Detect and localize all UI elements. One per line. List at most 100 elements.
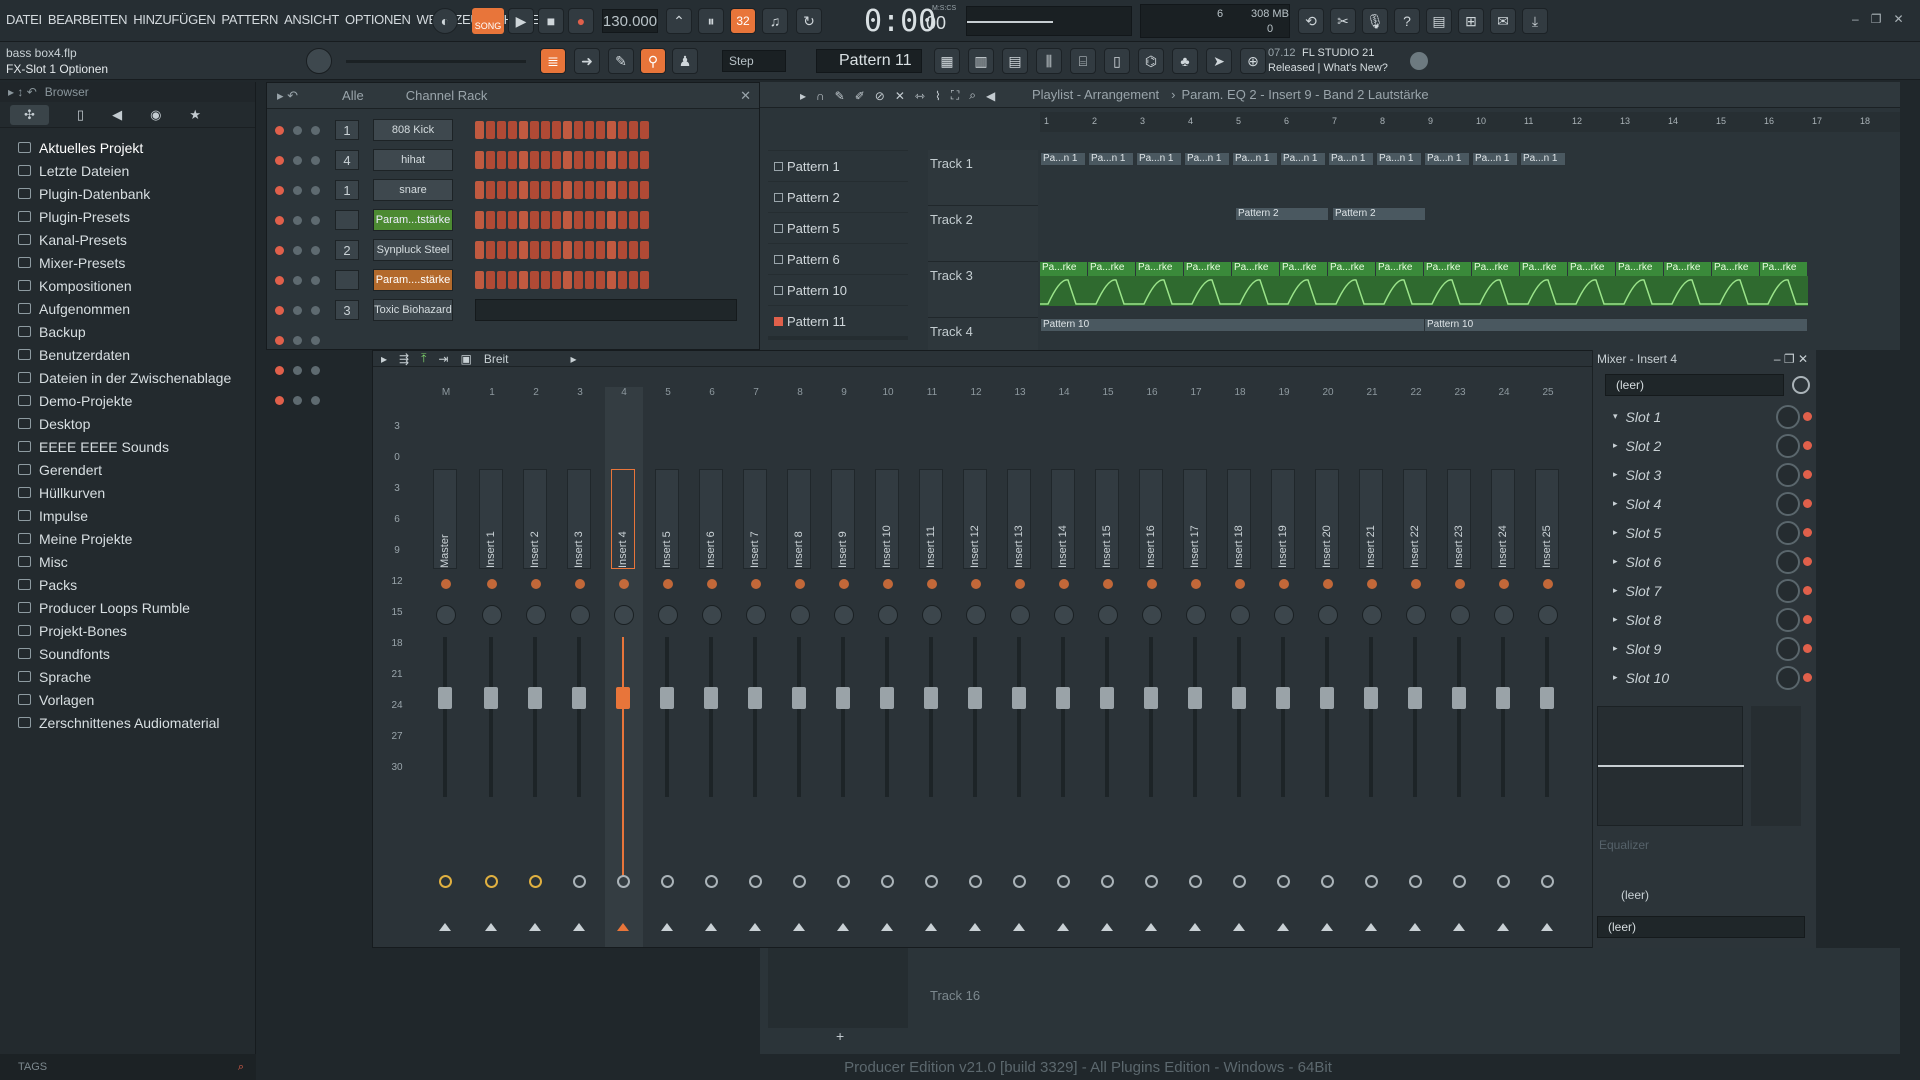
browser-item[interactable]: Projekt-Bones xyxy=(0,619,255,642)
strip-pan-knob[interactable] xyxy=(570,605,590,625)
step-button[interactable] xyxy=(508,181,517,199)
metronome-icon[interactable]: ⌃ xyxy=(666,8,692,34)
strip-pan-knob[interactable] xyxy=(658,605,678,625)
step-button[interactable] xyxy=(618,151,627,169)
fx-slot-enable-led[interactable] xyxy=(1803,644,1812,653)
step-button[interactable] xyxy=(596,151,605,169)
mixer-strip[interactable]: 13 Insert 13 xyxy=(1001,387,1039,947)
mixer-window-icon[interactable]: ⫼ xyxy=(1036,48,1062,74)
fx-slot-enable-led[interactable] xyxy=(1803,470,1812,479)
strip-stereo-icon[interactable] xyxy=(1321,875,1334,888)
strip-stereo-icon[interactable] xyxy=(705,875,718,888)
strip-enable-led[interactable] xyxy=(839,579,849,589)
step-button[interactable] xyxy=(629,271,638,289)
strip-label[interactable]: Insert 15 xyxy=(1095,469,1119,569)
pattern1-clip[interactable]: Pa...n 1 xyxy=(1472,152,1518,166)
step-button[interactable] xyxy=(530,121,539,139)
step-button[interactable] xyxy=(607,151,616,169)
channel-volume-knob[interactable] xyxy=(311,185,320,195)
fx-slot[interactable]: ▸ Slot 3 xyxy=(1593,460,1816,489)
slot-arrow-icon[interactable]: ▸ xyxy=(1613,556,1618,567)
channel-pan-knob[interactable] xyxy=(293,155,302,165)
channel-mute-led[interactable] xyxy=(275,125,284,135)
strip-label[interactable]: Insert 12 xyxy=(963,469,987,569)
link-tool-icon[interactable]: ⚲ xyxy=(640,48,666,74)
strip-route-arrow-icon[interactable] xyxy=(1189,923,1201,931)
mixer-strip[interactable]: 7 Insert 7 xyxy=(737,387,775,947)
mixer-strip[interactable]: 10 Insert 10 xyxy=(869,387,907,947)
piano-roll-icon[interactable]: ▥ xyxy=(968,48,994,74)
step-button[interactable] xyxy=(585,211,594,229)
strip-pan-knob[interactable] xyxy=(1230,605,1250,625)
step-button[interactable] xyxy=(541,241,550,259)
plugin-picker-icon[interactable]: ⌸ xyxy=(1070,48,1096,74)
browser-item[interactable]: Aufgenommen xyxy=(0,297,255,320)
channel-mixer-number[interactable]: 4 xyxy=(335,150,359,170)
fx-slot-enable-led[interactable] xyxy=(1803,615,1812,624)
pattern1-clip[interactable]: Pa...n 1 xyxy=(1232,152,1278,166)
channel-name-button[interactable]: 808 Kick xyxy=(373,119,453,141)
channel-control-led[interactable] xyxy=(275,395,284,405)
strip-stereo-icon[interactable] xyxy=(529,875,542,888)
step-button[interactable] xyxy=(618,121,627,139)
step-button[interactable] xyxy=(530,181,539,199)
strip-stereo-icon[interactable] xyxy=(1541,875,1554,888)
step-button[interactable] xyxy=(574,151,583,169)
channel-mixer-number[interactable]: 3 xyxy=(335,300,359,320)
tab-files-icon[interactable]: ▯ xyxy=(77,107,84,123)
step-button[interactable] xyxy=(475,241,484,259)
strip-label[interactable]: Insert 14 xyxy=(1051,469,1075,569)
pattern1-clip[interactable]: Pa...n 1 xyxy=(1136,152,1182,166)
browser-arrows-icon[interactable]: ▸ ↕ ↶ xyxy=(8,85,37,99)
strip-volume-fader[interactable] xyxy=(484,687,498,709)
browser-item[interactable]: Meine Projekte xyxy=(0,527,255,550)
strip-stereo-icon[interactable] xyxy=(485,875,498,888)
fx-slot-enable-led[interactable] xyxy=(1803,528,1812,537)
strip-pan-knob[interactable] xyxy=(1494,605,1514,625)
strip-volume-fader[interactable] xyxy=(1276,687,1290,709)
strip-label[interactable]: Insert 20 xyxy=(1315,469,1339,569)
browser-item[interactable]: Demo-Projekte xyxy=(0,389,255,412)
slot-arrow-icon[interactable]: ▸ xyxy=(1613,469,1618,480)
channel-row[interactable]: 3 Toxic Biohazard xyxy=(267,295,759,325)
step-button[interactable] xyxy=(552,211,561,229)
strip-label[interactable]: Insert 18 xyxy=(1227,469,1251,569)
zoom-icon[interactable]: ⌕ xyxy=(969,88,976,103)
arrow-tool-icon[interactable]: ➜ xyxy=(574,48,600,74)
strip-stereo-icon[interactable] xyxy=(439,875,452,888)
strip-enable-led[interactable] xyxy=(1103,579,1113,589)
channel-volume-knob[interactable] xyxy=(311,215,320,225)
browser-item[interactable]: Aktuelles Projekt xyxy=(0,136,255,159)
browser-item[interactable]: Benutzerdaten xyxy=(0,343,255,366)
speaker-icon[interactable]: ◀ xyxy=(986,89,995,103)
fx-slot-enable-led[interactable] xyxy=(1803,557,1812,566)
pattern-item[interactable]: Pattern 11 xyxy=(768,306,908,336)
fx-slot[interactable]: ▸ Slot 2 xyxy=(1593,431,1816,460)
strip-stereo-icon[interactable] xyxy=(1013,875,1026,888)
strip-stereo-icon[interactable] xyxy=(1101,875,1114,888)
step-button[interactable] xyxy=(541,181,550,199)
mixer-strip[interactable]: 22 Insert 22 xyxy=(1397,387,1435,947)
strip-pan-knob[interactable] xyxy=(834,605,854,625)
strip-label[interactable]: Insert 13 xyxy=(1007,469,1031,569)
magnet-icon[interactable]: ∩ xyxy=(816,89,825,103)
step-button[interactable] xyxy=(519,241,528,259)
mixer-strip[interactable]: 24 Insert 24 xyxy=(1485,387,1523,947)
mixer-up-icon[interactable]: ⤒ xyxy=(421,351,426,366)
strip-route-arrow-icon[interactable] xyxy=(573,923,585,931)
step-sequencer[interactable] xyxy=(475,299,737,321)
strip-enable-led[interactable] xyxy=(575,579,585,589)
slot-arrow-icon[interactable]: ▸ xyxy=(1613,585,1618,596)
automation-clip[interactable]: Pa...rke xyxy=(1472,262,1519,276)
step-button[interactable] xyxy=(508,271,517,289)
mixer-strip[interactable]: 9 Insert 9 xyxy=(825,387,863,947)
channel-mute-led[interactable] xyxy=(275,245,284,255)
channel-row[interactable]: 4 hihat xyxy=(267,145,759,175)
mixer-strip[interactable]: 25 Insert 25 xyxy=(1529,387,1567,947)
main-pitch-slider[interactable] xyxy=(346,60,526,63)
strip-volume-fader[interactable] xyxy=(1144,687,1158,709)
step-button[interactable] xyxy=(563,151,572,169)
tab-favorites-icon[interactable]: ★ xyxy=(189,107,201,123)
strip-pan-knob[interactable] xyxy=(922,605,942,625)
stop-icon[interactable]: ■ xyxy=(538,8,564,34)
